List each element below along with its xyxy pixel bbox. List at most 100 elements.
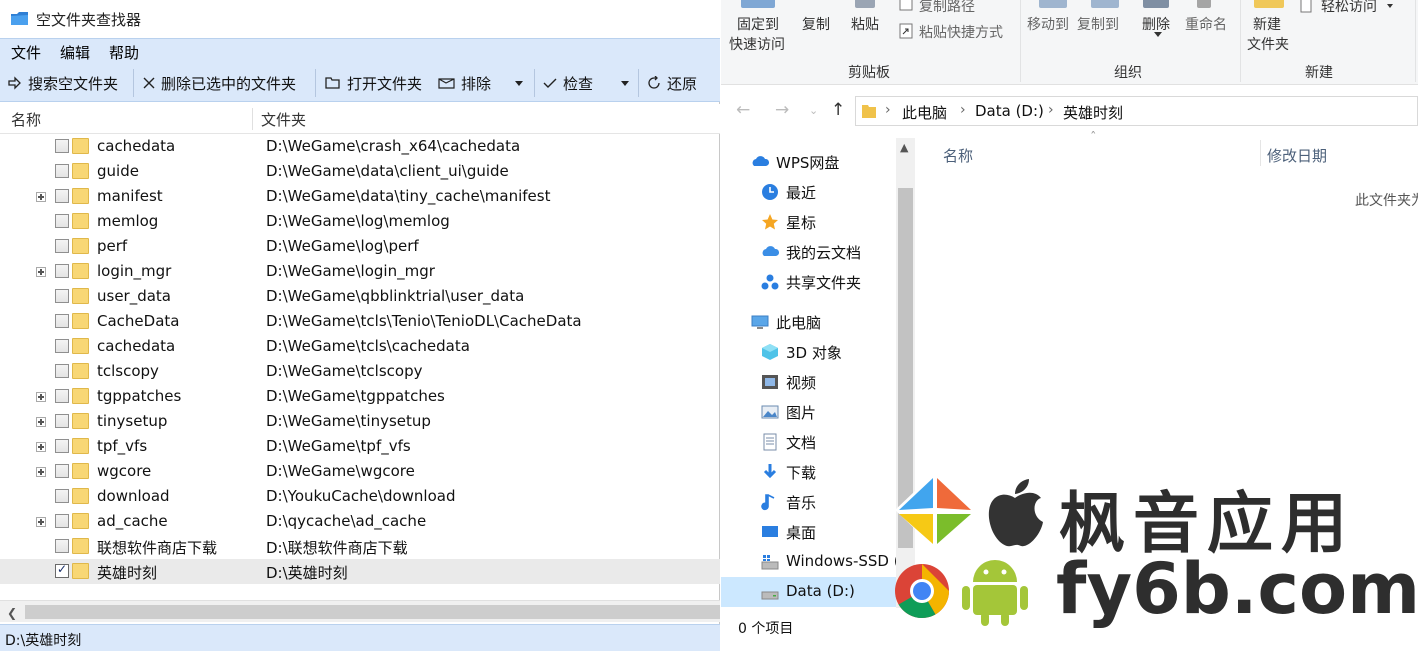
folder-row[interactable]: cachedata D:\WeGame\crash_x64\cachedata: [0, 134, 720, 159]
folder-row[interactable]: login_mgr D:\WeGame\login_mgr: [0, 259, 720, 284]
back-button[interactable]: ←: [736, 100, 750, 120]
expand-icon[interactable]: [36, 192, 46, 202]
nav-item[interactable]: Data (D:): [721, 577, 915, 607]
row-checkbox[interactable]: ✓: [55, 562, 69, 578]
folder-row[interactable]: cachedata D:\WeGame\tcls\cachedata: [0, 334, 720, 359]
scroll-up-icon[interactable]: ▲: [900, 141, 908, 154]
breadcrumb-current-folder[interactable]: 英雄时刻: [1063, 102, 1123, 123]
delete-button[interactable]: 删除: [1142, 14, 1170, 34]
expand-icon[interactable]: [36, 467, 46, 477]
nav-item[interactable]: 视频: [721, 367, 915, 397]
folder-row[interactable]: ✓ 英雄时刻 D:\英雄时刻: [0, 559, 720, 584]
expand-icon[interactable]: [36, 442, 46, 452]
breadcrumb-this-pc[interactable]: 此电脑: [902, 102, 947, 123]
copy-path-button[interactable]: 复制路径: [919, 0, 975, 16]
row-checkbox[interactable]: [55, 439, 69, 453]
delete-selected-button[interactable]: 删除已选中的文件夹: [143, 71, 296, 95]
scroll-left-icon[interactable]: ❮: [7, 606, 17, 620]
row-checkbox[interactable]: [55, 464, 69, 478]
expand-icon[interactable]: [36, 392, 46, 402]
column-name-header[interactable]: 名称: [11, 109, 41, 130]
expand-icon[interactable]: [36, 267, 46, 277]
up-button[interactable]: ↑: [831, 100, 845, 120]
row-checkbox[interactable]: [55, 314, 69, 328]
folder-row[interactable]: 联想软件商店下载 D:\联想软件商店下载: [0, 534, 720, 559]
folder-row[interactable]: manifest D:\WeGame\data\tiny_cache\manife…: [0, 184, 720, 209]
delete-dropdown-icon[interactable]: [1154, 32, 1162, 37]
paste-button[interactable]: 粘贴: [851, 14, 879, 34]
row-checkbox[interactable]: [55, 414, 69, 428]
column-date-header[interactable]: 修改日期: [1267, 145, 1327, 166]
column-name-header[interactable]: 名称: [943, 145, 973, 166]
expand-icon[interactable]: [36, 517, 46, 527]
breadcrumb-data-drive[interactable]: Data (D:): [975, 102, 1044, 120]
paste-shortcut-button[interactable]: 粘贴快捷方式: [919, 22, 1003, 42]
nav-item[interactable]: 桌面: [721, 517, 915, 547]
row-checkbox[interactable]: [55, 489, 69, 503]
nav-item[interactable]: 图片: [721, 397, 915, 427]
folder-row[interactable]: tgppatches D:\WeGame\tgppatches: [0, 384, 720, 409]
menu-file[interactable]: 文件: [11, 42, 41, 63]
menu-help[interactable]: 帮助: [109, 42, 139, 63]
easy-access-button[interactable]: 轻松访问: [1321, 0, 1377, 16]
recent-locations-button[interactable]: ⌄: [809, 104, 818, 117]
new-folder-label[interactable]: 文件夹: [1247, 34, 1289, 54]
rename-button[interactable]: 重命名: [1185, 14, 1227, 34]
check-dropdown-arrow-icon[interactable]: [621, 81, 629, 86]
expand-icon[interactable]: [36, 417, 46, 427]
search-empty-folders-button[interactable]: 搜索空文件夹: [8, 71, 118, 95]
nav-item[interactable]: Windows-SSD (: [721, 547, 915, 577]
row-checkbox[interactable]: [55, 214, 69, 228]
nav-item[interactable]: 此电脑: [721, 307, 915, 337]
nav-item[interactable]: 下载: [721, 457, 915, 487]
row-checkbox[interactable]: [55, 389, 69, 403]
nav-item[interactable]: WPS网盘: [721, 147, 915, 177]
restore-button[interactable]: 还原: [647, 71, 697, 95]
folder-row[interactable]: memlog D:\WeGame\log\memlog: [0, 209, 720, 234]
folder-row[interactable]: user_data D:\WeGame\qbblinktrial\user_dat…: [0, 284, 720, 309]
exclude-dropdown-arrow-icon[interactable]: [515, 81, 523, 86]
folder-row[interactable]: download D:\YoukuCache\download: [0, 484, 720, 509]
copy-to-button[interactable]: 复制到: [1077, 14, 1119, 34]
menu-edit[interactable]: 编辑: [60, 42, 90, 63]
nav-item[interactable]: 音乐: [721, 487, 915, 517]
horizontal-scrollbar[interactable]: ❮: [0, 600, 720, 622]
row-checkbox[interactable]: [55, 289, 69, 303]
pin-quick-access-button[interactable]: 固定到: [737, 14, 779, 34]
breadcrumb-separator-icon[interactable]: ›: [960, 102, 966, 118]
row-checkbox[interactable]: [55, 514, 69, 528]
nav-item[interactable]: 文档: [721, 427, 915, 457]
folder-row[interactable]: tinysetup D:\WeGame\tinysetup: [0, 409, 720, 434]
row-checkbox[interactable]: [55, 189, 69, 203]
scrollbar-thumb[interactable]: [898, 188, 913, 548]
row-checkbox[interactable]: [55, 539, 69, 553]
nav-item[interactable]: 星标: [721, 207, 915, 237]
nav-item[interactable]: 最近: [721, 177, 915, 207]
folder-row[interactable]: wgcore D:\WeGame\wgcore: [0, 459, 720, 484]
navigation-scrollbar[interactable]: ▲: [896, 138, 915, 608]
row-checkbox[interactable]: [55, 239, 69, 253]
new-folder-button[interactable]: 新建: [1253, 14, 1281, 34]
folder-row[interactable]: ad_cache D:\qycache\ad_cache: [0, 509, 720, 534]
easy-access-dropdown-icon[interactable]: [1387, 4, 1393, 8]
move-to-button[interactable]: 移动到: [1027, 14, 1069, 34]
nav-item[interactable]: 3D 对象: [721, 337, 915, 367]
column-divider[interactable]: [252, 108, 253, 130]
row-checkbox[interactable]: [55, 139, 69, 153]
pin-quick-access-label[interactable]: 快速访问: [729, 34, 785, 54]
exclude-button[interactable]: 排除: [438, 71, 491, 95]
nav-item[interactable]: 我的云文档: [721, 237, 915, 267]
check-button[interactable]: 检查: [543, 71, 593, 95]
open-folder-button[interactable]: 打开文件夹: [325, 71, 422, 95]
folder-row[interactable]: guide D:\WeGame\data\client_ui\guide: [0, 159, 720, 184]
copy-button[interactable]: 复制: [802, 14, 830, 34]
column-folder-header[interactable]: 文件夹: [261, 109, 306, 130]
folder-row[interactable]: perf D:\WeGame\log\perf: [0, 234, 720, 259]
folder-row[interactable]: CacheData D:\WeGame\tcls\Tenio\TenioDL\Ca…: [0, 309, 720, 334]
folder-row[interactable]: tclscopy D:\WeGame\tclscopy: [0, 359, 720, 384]
folder-row[interactable]: tpf_vfs D:\WeGame\tpf_vfs: [0, 434, 720, 459]
breadcrumb-separator-icon[interactable]: ›: [1048, 102, 1054, 118]
row-checkbox[interactable]: [55, 164, 69, 178]
breadcrumb-separator-icon[interactable]: ›: [885, 102, 891, 118]
row-checkbox[interactable]: [55, 264, 69, 278]
